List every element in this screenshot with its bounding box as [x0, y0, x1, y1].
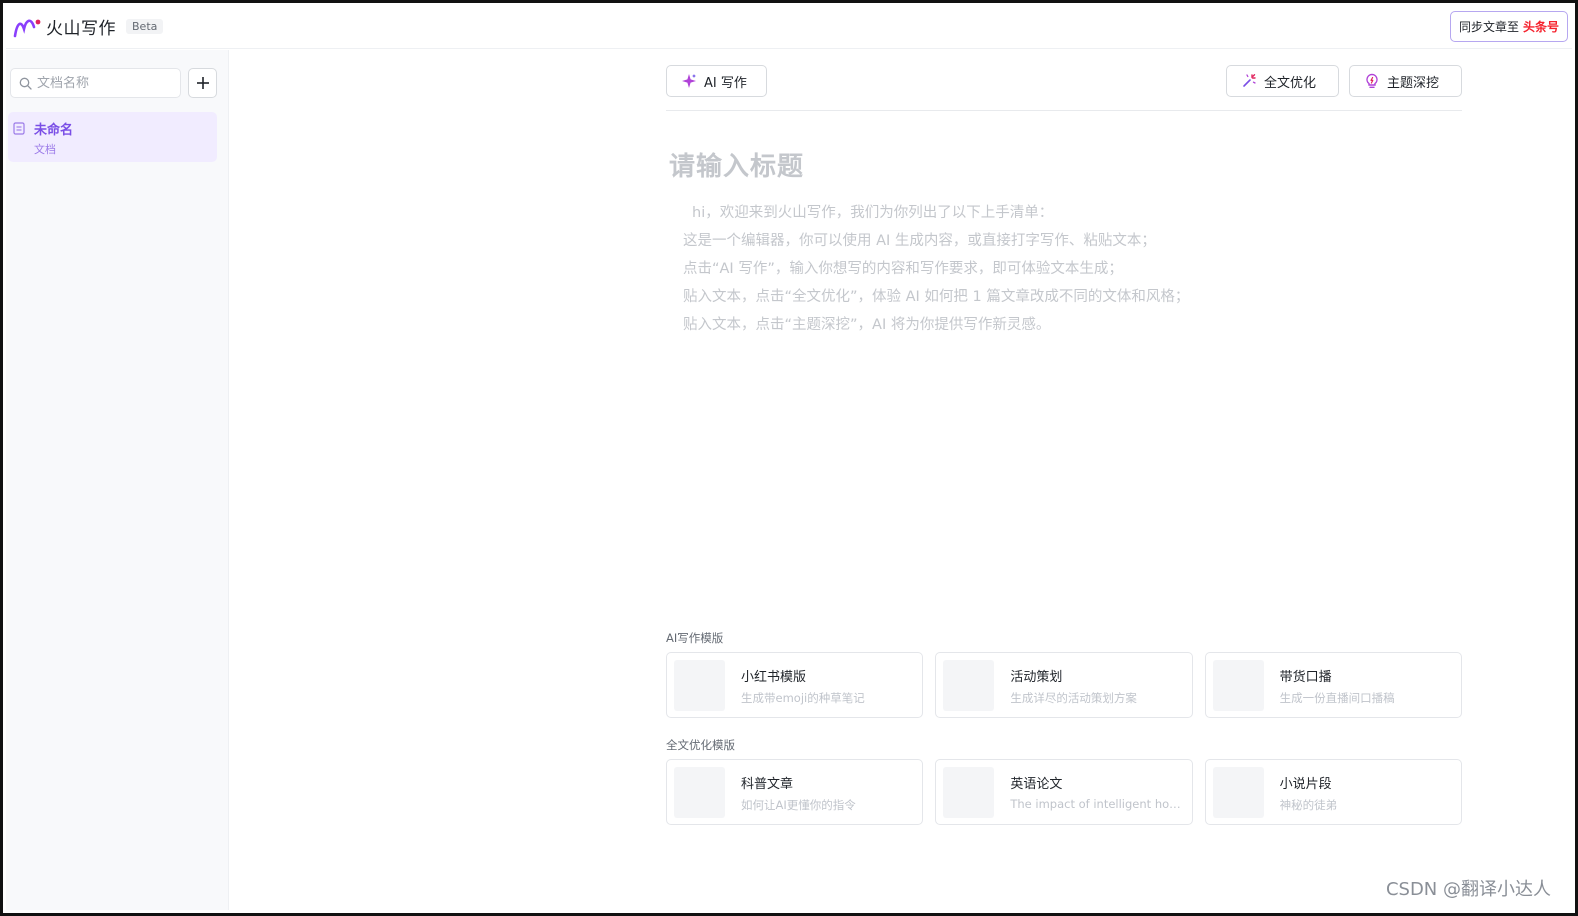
search-icon — [19, 77, 32, 90]
ai-write-button[interactable]: AI 写作 — [666, 65, 767, 97]
template-desc: 生成详尽的活动策划方案 — [1010, 691, 1137, 705]
optimize-templates-heading: 全文优化模版 — [666, 738, 735, 752]
template-thumbnail — [943, 767, 995, 818]
doc-search-input[interactable] — [37, 75, 177, 91]
intro-line: hi，欢迎来到火山写作，我们为你列出了以下上手清单： — [692, 205, 1054, 221]
template-thumbnail — [1212, 767, 1264, 818]
template-card[interactable]: 小红书模版 生成带emoji的种草笔记 — [666, 652, 924, 718]
app-window: 火山写作 Beta 同步文章至 头条号 文档名称 未命名 文档 AI 写作 全文… — [0, 0, 1578, 916]
template-thumbnail — [943, 660, 995, 711]
template-card[interactable]: 活动策划 生成详尽的活动策划方案 — [935, 652, 1193, 718]
watermark: CSDN @翻译小达人 — [1385, 879, 1551, 900]
doc-title: 未命名 — [34, 123, 74, 138]
ai-templates-heading: AI写作模版 — [666, 631, 724, 645]
document-icon — [13, 122, 25, 135]
top-bar: 火山写作 Beta 同步文章至 头条号 — [6, 6, 1572, 49]
template-desc: The impact of intelligent hou··· — [1010, 797, 1186, 811]
template-card[interactable]: 带货口播 生成一份直播间口播稿 — [1204, 652, 1462, 718]
volcano-logo-icon — [13, 19, 41, 37]
template-name: 科普文章 — [741, 777, 794, 792]
editor-toolbar: AI 写作 全文优化 主题深挖 — [666, 65, 1462, 111]
doc-subtitle: 文档 — [34, 143, 56, 156]
new-doc-button[interactable] — [188, 68, 217, 98]
ai-write-label: AI 写作 — [704, 75, 747, 91]
intro-line: 贴入文本，点击“主题深挖”，AI 将为你提供写作新灵感。 — [683, 317, 1051, 333]
template-name: 带货口播 — [1279, 670, 1332, 685]
ai-templates-row: 小红书模版 生成带emoji的种草笔记 活动策划 生成详尽的活动策划方案 带货口… — [666, 652, 1462, 718]
template-name: 活动策划 — [1010, 670, 1063, 685]
topic-dig-button[interactable]: 主题深挖 — [1349, 65, 1462, 97]
template-desc: 如何让AI更懂你的指令 — [741, 798, 856, 812]
app-name: 火山写作 — [46, 19, 116, 39]
editor-body[interactable]: hi，欢迎来到火山写作，我们为你列出了以下上手清单： 这是一个编辑器，你可以使用… — [683, 199, 1303, 339]
template-card[interactable]: 小说片段 神秘的徒弟 — [1204, 759, 1462, 825]
template-card[interactable]: 英语论文 The impact of intelligent hou··· — [935, 759, 1193, 825]
sync-label: 同步文章至 — [1458, 20, 1519, 34]
logo[interactable]: 火山写作 Beta — [12, 14, 164, 39]
full-optimize-label: 全文优化 — [1264, 75, 1317, 91]
plus-icon — [196, 77, 209, 89]
sidebar: 未命名 文档 — [6, 50, 229, 910]
doc-search-box[interactable] — [10, 68, 181, 98]
doc-list-item[interactable]: 未命名 文档 — [8, 112, 217, 162]
sparkle-icon — [682, 74, 696, 88]
template-name: 小说片段 — [1279, 777, 1332, 792]
beta-badge: Beta — [126, 19, 164, 34]
template-desc: 生成一份直播间口播稿 — [1279, 691, 1395, 705]
template-thumbnail — [674, 767, 725, 818]
title-input[interactable]: 请输入标题 — [669, 146, 804, 183]
intro-line: 点击“AI 写作”，输入你想写的内容和写作要求，即可体验文本生成； — [683, 261, 1123, 277]
optimize-templates-row: 科普文章 如何让AI更懂你的指令 英语论文 The impact of inte… — [666, 759, 1462, 825]
template-desc: 生成带emoji的种草笔记 — [741, 691, 865, 705]
template-name: 英语论文 — [1010, 777, 1063, 792]
template-thumbnail — [1212, 660, 1264, 711]
topic-dig-label: 主题深挖 — [1387, 75, 1440, 91]
full-optimize-button[interactable]: 全文优化 — [1226, 65, 1339, 97]
magic-burst-icon — [1243, 74, 1256, 87]
intro-line: 这是一个编辑器，你可以使用 AI 生成内容，或直接打字写作、粘贴文本； — [683, 233, 1156, 249]
sync-article-button[interactable]: 同步文章至 头条号 — [1449, 11, 1568, 42]
template-card[interactable]: 科普文章 如何让AI更懂你的指令 — [666, 759, 924, 825]
sync-target: 头条号 — [1522, 20, 1559, 34]
template-desc: 神秘的徒弟 — [1279, 798, 1338, 812]
template-name: 小红书模版 — [741, 670, 807, 685]
lightbulb-icon — [1366, 73, 1378, 89]
template-thumbnail — [674, 660, 725, 711]
intro-line: 贴入文本，点击“全文优化”，体验 AI 如何把 1 篇文章改成不同的文体和风格； — [683, 289, 1190, 305]
